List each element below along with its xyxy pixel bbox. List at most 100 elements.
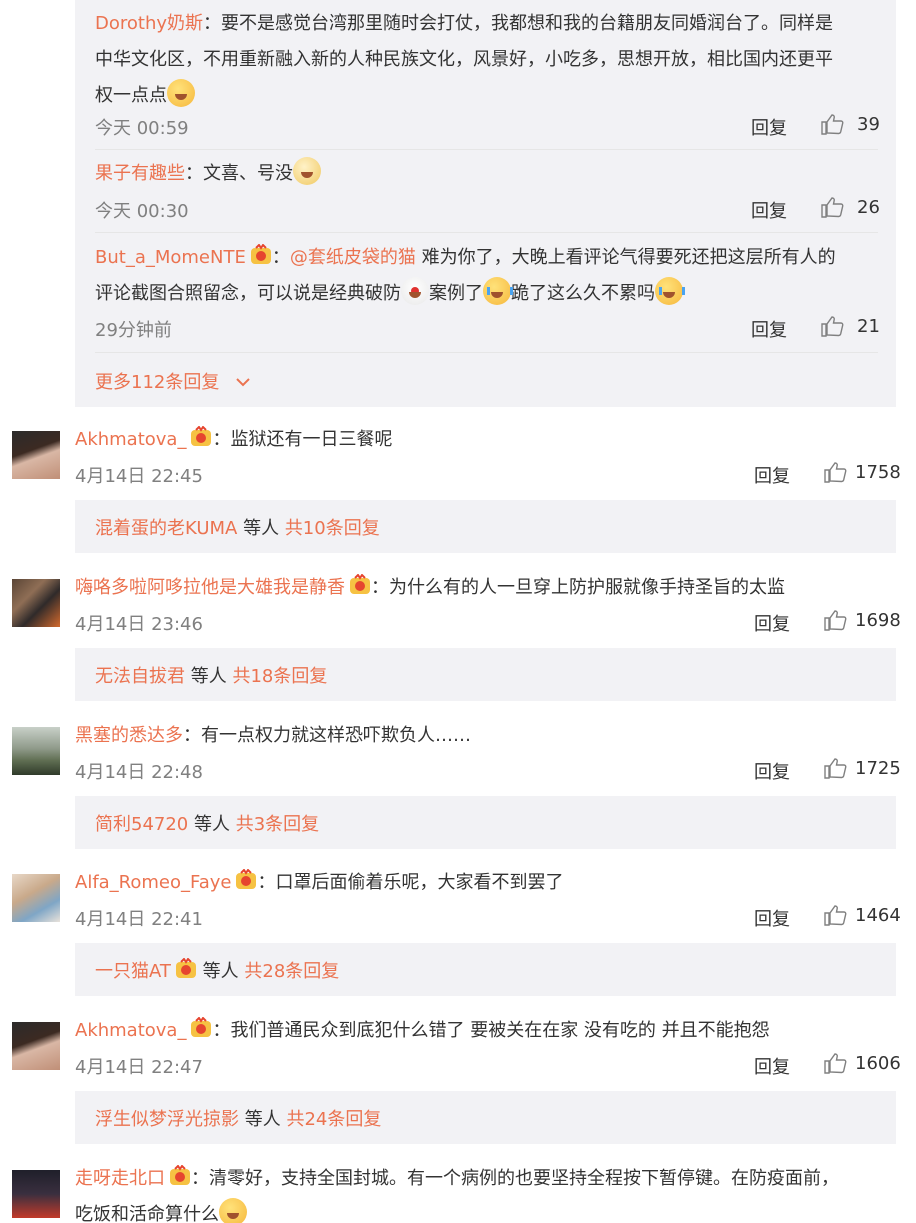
sub-comment: But_a_MomeNTE ：@套纸皮袋的猫 难为你了，大晚上看评论气得要死还把这… [95, 240, 885, 312]
vip-badge-icon [236, 869, 257, 889]
mention-link[interactable]: @套纸皮袋的猫 [290, 247, 416, 268]
summary-count-link[interactable]: 共18条回复 [232, 666, 327, 687]
reply-button[interactable]: 回复 [754, 1053, 790, 1079]
user-name-link[interactable]: 黑塞的悉达多 [75, 725, 183, 746]
timestamp: 29分钟前 [95, 320, 172, 341]
reply-summary[interactable]: 无法自拔君 等人 共18条回复 [75, 648, 896, 701]
timestamp: 4月14日 22:45 [75, 466, 203, 487]
avatar[interactable] [12, 1022, 60, 1070]
thumbs-up-icon[interactable] [823, 757, 847, 779]
more-replies-label: 更多112条回复 [95, 372, 220, 393]
clown-emoji-icon [401, 277, 429, 305]
reply-summary[interactable]: 一只猫AT 等人 共28条回复 [75, 943, 896, 996]
crying-emoji-icon [655, 277, 685, 305]
like-count: 1698 [855, 610, 901, 631]
avatar[interactable] [12, 1170, 60, 1218]
reply-summary[interactable]: 简利54720 等人 共3条回复 [75, 796, 896, 849]
like-count: 21 [857, 316, 880, 337]
crying-emoji-icon [483, 277, 513, 305]
comment: Akhmatova_ ：监狱还有一日三餐呢 [75, 422, 392, 458]
timestamp: 4月14日 22:47 [75, 1057, 203, 1078]
summary-others: 等人 [190, 666, 227, 687]
summary-count-link[interactable]: 共24条回复 [286, 1109, 381, 1130]
reply-button[interactable]: 回复 [751, 316, 787, 342]
thumbs-up-icon[interactable] [820, 196, 844, 218]
reply-button[interactable]: 回复 [751, 197, 787, 223]
comment-text: 中华文化区，不用重新融入新的人种民族文化，风景好，小吃多，思想开放，相比国内还更… [95, 49, 833, 70]
avatar[interactable] [12, 727, 60, 775]
comment-text: ：我们普通民众到底犯什么错了 要被关在在家 没有吃的 并且不能抱怨 [212, 1020, 770, 1041]
timestamp: 4月14日 23:46 [75, 614, 203, 635]
reply-button[interactable]: 回复 [751, 114, 787, 140]
avatar[interactable] [12, 579, 60, 627]
sub-comment: Dorothy奶斯：要不是感觉台湾那里随时会打仗，我都想和我的台籍朋友同婚润台了… [95, 6, 885, 114]
user-name-link[interactable]: Akhmatova_ [75, 429, 186, 450]
summary-others: 等人 [243, 518, 280, 539]
comment: 嗨咯多啦阿哆拉他是大雄我是静香 ：为什么有的人一旦穿上防护服就像手持圣旨的太监 [75, 570, 785, 606]
comment-text: ：有一点权力就这样恐吓欺负人…… [183, 725, 471, 746]
like-count: 26 [857, 197, 880, 218]
like-count: 1606 [855, 1053, 901, 1074]
thumbs-up-icon[interactable] [820, 113, 844, 135]
divider [95, 352, 878, 353]
user-name-link[interactable]: 嗨咯多啦阿哆拉他是大雄我是静香 [75, 577, 345, 598]
reply-button[interactable]: 回复 [754, 905, 790, 931]
comment: 黑塞的悉达多：有一点权力就这样恐吓欺负人…… [75, 718, 471, 754]
comment: Alfa_Romeo_Faye ：口罩后面偷着乐呢，大家看不到罢了 [75, 865, 563, 901]
timestamp: 4月14日 22:41 [75, 909, 203, 930]
summary-count-link[interactable]: 共28条回复 [244, 961, 339, 982]
comment: Akhmatova_ ：我们普通民众到底犯什么错了 要被关在在家 没有吃的 并且不… [75, 1013, 770, 1049]
summary-others: 等人 [244, 1109, 281, 1130]
vip-badge-icon [191, 426, 212, 446]
comment-text: ：文喜、号没 [185, 163, 293, 184]
user-name-link[interactable]: But_a_MomeNTE [95, 247, 246, 268]
reply-button[interactable]: 回复 [754, 758, 790, 784]
thumbs-up-icon[interactable] [823, 461, 847, 483]
summary-others: 等人 [194, 814, 230, 835]
more-replies-link[interactable]: 更多112条回复 [95, 368, 251, 394]
summary-user-link[interactable]: 简利54720 [95, 814, 188, 835]
user-name-link[interactable]: Dorothy奶斯 [95, 13, 203, 34]
thumbs-up-icon[interactable] [823, 1052, 847, 1074]
reply-summary[interactable]: 浮生似梦浮光掠影 等人 共24条回复 [75, 1091, 896, 1144]
comment-text: ：清零好，支持全国封城。有一个病例的也要坚持全程按下暂停键。在防疫面前， [191, 1168, 839, 1189]
reply-summary[interactable]: 混着蛋的老KUMA 等人 共10条回复 [75, 500, 896, 553]
comment-text: ：要不是感觉台湾那里随时会打仗，我都想和我的台籍朋友同婚润台了。同样是 [203, 13, 834, 34]
summary-user-link[interactable]: 无法自拔君 [95, 666, 185, 687]
comment-text: 吃饭和活命算什么 [75, 1204, 219, 1223]
user-name-link[interactable]: 果子有趣些 [95, 163, 185, 184]
cat-emoji-icon [293, 157, 321, 185]
comment-text: 权一点点 [95, 85, 167, 106]
user-name-link[interactable]: Akhmatova_ [75, 1020, 186, 1041]
summary-user-link[interactable]: 混着蛋的老KUMA [95, 518, 237, 539]
summary-others: 等人 [202, 961, 239, 982]
like-count: 1464 [855, 905, 901, 926]
vip-badge-icon [170, 1165, 190, 1185]
summary-count-link[interactable]: 共10条回复 [285, 518, 380, 539]
user-name-link[interactable]: Alfa_Romeo_Faye [75, 872, 231, 893]
comment: 走呀走北口 ：清零好，支持全国封城。有一个病例的也要坚持全程按下暂停键。在防疫面前… [75, 1161, 890, 1223]
summary-count-link[interactable]: 共3条回复 [236, 814, 319, 835]
timestamp: 4月14日 22:48 [75, 762, 203, 783]
summary-user-link[interactable]: 一只猫AT [95, 961, 171, 982]
comment-text: ：口罩后面偷着乐呢，大家看不到罢了 [257, 872, 564, 893]
chevron-down-icon [236, 378, 250, 387]
summary-user-link[interactable]: 浮生似梦浮光掠影 [95, 1109, 239, 1130]
reply-button[interactable]: 回复 [754, 610, 790, 636]
reply-button[interactable]: 回复 [754, 462, 790, 488]
sub-comment: 果子有趣些：文喜、号没 [95, 156, 321, 192]
like-count: 39 [857, 114, 880, 135]
divider [95, 149, 878, 150]
thumbs-up-icon[interactable] [820, 315, 844, 337]
thumbs-up-icon[interactable] [823, 904, 847, 926]
like-count: 1758 [855, 462, 901, 483]
user-name-link[interactable]: 走呀走北口 [75, 1168, 165, 1189]
thumbs-up-icon[interactable] [823, 609, 847, 631]
timestamp: 今天 00:30 [95, 201, 189, 222]
comment-text: 案例了 [429, 283, 483, 304]
comment-text: 评论截图合照留念，可以说是经典破防 [95, 283, 401, 304]
avatar[interactable] [12, 874, 60, 922]
vip-badge-icon [250, 244, 271, 264]
timestamp: 今天 00:59 [95, 118, 189, 139]
avatar[interactable] [12, 431, 60, 479]
